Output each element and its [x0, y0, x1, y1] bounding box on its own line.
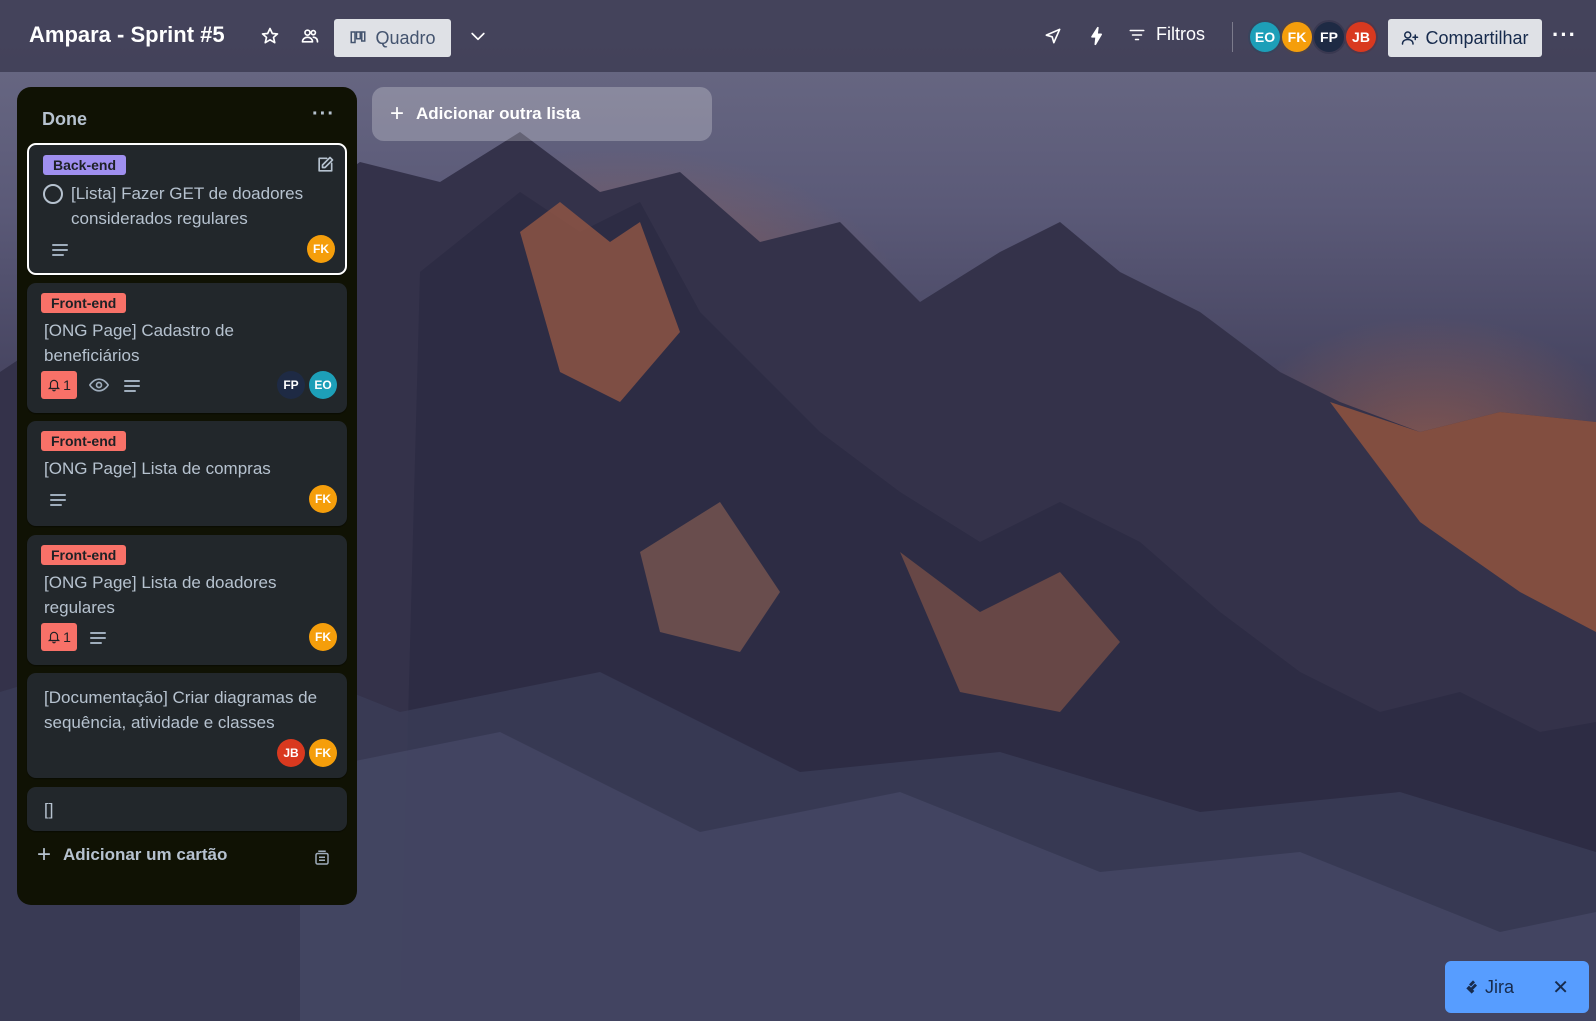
notification-count: 1 [63, 629, 71, 645]
card[interactable]: Front-end [ONG Page] Lista de doadores r… [27, 535, 347, 665]
card-title: [ONG Page] Lista de compras [44, 459, 271, 478]
board-title[interactable]: Ampara - Sprint #5 [29, 22, 225, 48]
card-label[interactable]: Front-end [41, 545, 127, 565]
card-title: [Lista] Fazer GET de doadores considerad… [71, 184, 304, 228]
avatar[interactable]: EO [1248, 20, 1282, 54]
description-icon [123, 379, 141, 393]
jira-label: Jira [1485, 976, 1515, 997]
card-label[interactable]: Front-end [41, 431, 127, 451]
add-list-label: Adicionar outra lista [416, 104, 581, 123]
avatar[interactable]: FK [309, 485, 337, 513]
notification-badge[interactable]: 1 [41, 371, 77, 399]
card-label[interactable]: Back-end [43, 155, 127, 175]
description-icon [51, 243, 69, 257]
add-member-icon [1402, 31, 1419, 45]
card[interactable]: Back-end [Lista] Fazer GET de doadores c… [27, 143, 347, 275]
chevron-down-icon[interactable] [466, 24, 490, 48]
add-card-button[interactable]: + Adicionar um cartão [37, 841, 228, 868]
filter-icon [1129, 29, 1145, 40]
card-title: [Documentação] Criar diagramas de sequên… [44, 688, 318, 732]
board-header: Ampara - Sprint #5 Quadro Filtros EO FK … [0, 0, 1596, 72]
avatar[interactable]: FP [277, 371, 305, 399]
complete-checkbox-icon[interactable] [43, 184, 63, 204]
description-icon [89, 631, 107, 645]
card[interactable]: Front-end [ONG Page] Cadastro de benefic… [27, 283, 347, 413]
list-done[interactable]: Done ··· Back-end [Lista] Fazer GET de d… [17, 87, 357, 905]
bell-icon [48, 379, 61, 392]
avatar[interactable]: FK [1280, 20, 1314, 54]
card-label[interactable]: Front-end [41, 293, 127, 313]
board-members: EO FK FP JB [1248, 20, 1378, 54]
notification-count: 1 [63, 377, 71, 393]
card[interactable]: Front-end [ONG Page] Lista de compras FK [27, 421, 347, 526]
power-ups-icon[interactable] [1041, 24, 1065, 48]
board-view-label: Quadro [375, 27, 436, 48]
plus-icon: + [37, 841, 52, 868]
close-icon[interactable]: ✕ [1552, 975, 1569, 1000]
board-view-button[interactable]: Quadro [334, 19, 451, 57]
card-title: [ONG Page] Lista de doadores regulares [44, 573, 277, 617]
avatar[interactable]: JB [277, 739, 305, 767]
filters-label: Filtros [1156, 24, 1205, 44]
share-label: Compartilhar [1425, 27, 1529, 48]
edit-icon[interactable] [315, 155, 335, 175]
avatar[interactable]: FP [1312, 20, 1346, 54]
card-title: [] [44, 800, 54, 819]
bell-icon [48, 631, 61, 644]
list-menu-button[interactable]: ··· [312, 103, 335, 126]
card[interactable]: [Documentação] Criar diagramas de sequên… [27, 673, 347, 778]
avatar[interactable]: FK [309, 739, 337, 767]
card[interactable]: [] [27, 787, 347, 831]
notification-badge[interactable]: 1 [41, 623, 77, 651]
board-menu-button[interactable]: ··· [1552, 22, 1577, 48]
avatar[interactable]: FK [309, 623, 337, 651]
card-template-icon[interactable] [313, 849, 331, 867]
add-card-label: Adicionar um cartão [63, 845, 228, 864]
add-list-button[interactable]: + Adicionar outra lista [372, 87, 712, 141]
jira-icon [1466, 980, 1477, 994]
avatar[interactable]: EO [309, 371, 337, 399]
card-title: [ONG Page] Cadastro de beneficiários [44, 321, 234, 365]
avatar[interactable]: FK [307, 235, 335, 263]
automation-icon[interactable] [1085, 24, 1109, 48]
filters-button[interactable]: Filtros [1128, 24, 1205, 45]
description-icon [49, 493, 67, 507]
avatar[interactable]: JB [1344, 20, 1378, 54]
eye-icon [88, 377, 110, 393]
list-title[interactable]: Done [42, 109, 87, 130]
plus-icon: + [390, 100, 405, 127]
star-icon[interactable] [258, 24, 282, 48]
jira-widget[interactable]: Jira ✕ [1445, 961, 1589, 1013]
header-divider [1232, 22, 1233, 52]
visibility-icon[interactable] [298, 24, 322, 48]
board-view-icon [350, 31, 366, 44]
share-button[interactable]: Compartilhar [1388, 19, 1542, 57]
